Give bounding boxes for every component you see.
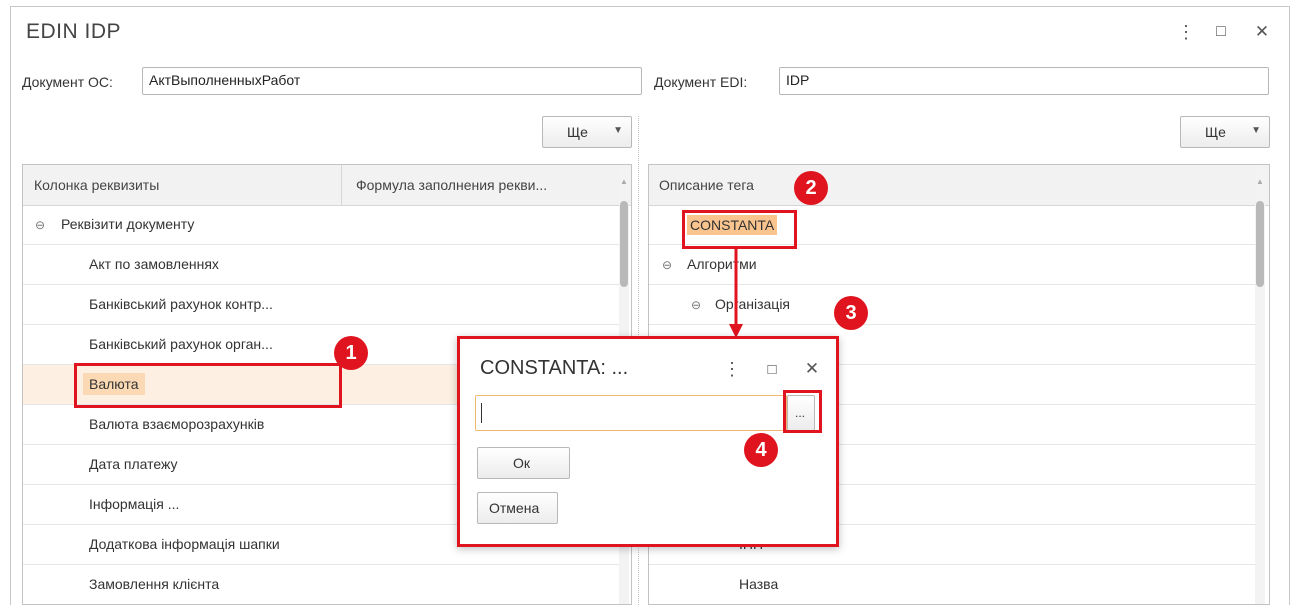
scroll-up-icon[interactable]: ▲ bbox=[1256, 177, 1264, 186]
constanta-dialog: CONSTANTA: ... ⋮ □ ✕ ... Ок Отмена bbox=[457, 336, 839, 547]
collapse-icon[interactable]: ⊖ bbox=[662, 258, 672, 272]
table-row-label: Валюта взаєморозрахунків bbox=[89, 416, 265, 432]
annotation-box-constanta bbox=[682, 210, 797, 249]
dialog-menu-icon[interactable]: ⋮ bbox=[722, 359, 742, 379]
cancel-button[interactable]: Отмена bbox=[477, 492, 558, 524]
annotation-badge-3: 3 bbox=[834, 296, 868, 330]
maximize-icon[interactable]: □ bbox=[1211, 22, 1231, 42]
table-row-label: Назва bbox=[739, 576, 779, 592]
scrollbar-thumb[interactable] bbox=[1256, 201, 1264, 287]
more-menu-icon[interactable]: ⋮ bbox=[1176, 22, 1196, 42]
table-row-label: Банківський рахунок контр... bbox=[89, 296, 273, 312]
table-row-label: Додаткова інформація шапки bbox=[89, 536, 280, 552]
column-header-formula[interactable]: Формула заполнения рекви... bbox=[356, 177, 547, 193]
constanta-value-input[interactable] bbox=[475, 395, 787, 431]
annotation-arrow bbox=[729, 246, 743, 338]
table-row-label: Дата платежу bbox=[89, 456, 178, 472]
right-scrollbar[interactable]: ▲ bbox=[1255, 165, 1265, 604]
close-icon[interactable]: ✕ bbox=[1252, 22, 1272, 42]
table-header: Описание тега bbox=[649, 165, 1269, 206]
table-row-label: Реквізити документу bbox=[61, 216, 195, 232]
scroll-up-icon[interactable]: ▲ bbox=[620, 177, 628, 186]
table-row-label: Акт по замовленнях bbox=[89, 256, 219, 272]
column-divider bbox=[341, 165, 342, 205]
right-more-button[interactable]: Ще ▼ bbox=[1180, 116, 1270, 148]
table-row[interactable]: ⊖ Реквізити документу bbox=[23, 205, 619, 245]
left-more-button[interactable]: Ще ▼ bbox=[542, 116, 632, 148]
table-row[interactable]: Назва bbox=[649, 565, 1255, 604]
table-row[interactable]: Акт по замовленнях bbox=[23, 245, 619, 285]
scrollbar-thumb[interactable] bbox=[620, 201, 628, 287]
annotation-badge-1: 1 bbox=[334, 336, 368, 370]
doc-os-field[interactable]: АктВыполненныхРабот bbox=[142, 67, 642, 95]
dialog-title: CONSTANTA: ... bbox=[480, 357, 629, 379]
annotation-badge-4: 4 bbox=[744, 433, 778, 467]
dialog-maximize-icon[interactable]: □ bbox=[762, 360, 782, 380]
ok-button[interactable]: Ок bbox=[477, 447, 570, 479]
table-header: Колонка реквизиты Формула заполнения рек… bbox=[23, 165, 631, 206]
doc-edi-field[interactable]: IDP bbox=[779, 67, 1269, 95]
doc-os-label: Документ ОС: bbox=[22, 74, 113, 90]
doc-edi-label: Документ EDI: bbox=[654, 74, 748, 90]
column-header-attributes[interactable]: Колонка реквизиты bbox=[34, 177, 159, 193]
table-row[interactable]: Замовлення клієнта bbox=[23, 565, 619, 604]
table-row-label: Замовлення клієнта bbox=[89, 576, 220, 592]
cancel-button-label: Отмена bbox=[489, 500, 540, 516]
annotation-box-select-button bbox=[783, 390, 822, 433]
text-cursor bbox=[481, 403, 482, 423]
dialog-close-icon[interactable]: ✕ bbox=[802, 359, 822, 379]
table-row[interactable]: Банківський рахунок контр... bbox=[23, 285, 619, 325]
annotation-box-currency bbox=[74, 363, 342, 408]
annotation-badge-2: 2 bbox=[794, 171, 828, 205]
table-row-label: Банківський рахунок орган... bbox=[89, 336, 273, 352]
left-more-label: Ще bbox=[567, 124, 588, 140]
collapse-icon[interactable]: ⊖ bbox=[691, 298, 701, 312]
window-title: EDIN IDP bbox=[26, 20, 122, 43]
table-row-label: Інформація ... bbox=[89, 496, 180, 512]
table-row-label: Алгоритми bbox=[687, 256, 757, 272]
chevron-down-icon: ▼ bbox=[613, 125, 623, 136]
column-header-tag-description[interactable]: Описание тега bbox=[659, 177, 754, 193]
collapse-icon[interactable]: ⊖ bbox=[35, 218, 45, 232]
right-more-label: Ще bbox=[1205, 124, 1226, 140]
chevron-down-icon: ▼ bbox=[1251, 125, 1261, 136]
ok-button-label: Ок bbox=[513, 455, 531, 471]
